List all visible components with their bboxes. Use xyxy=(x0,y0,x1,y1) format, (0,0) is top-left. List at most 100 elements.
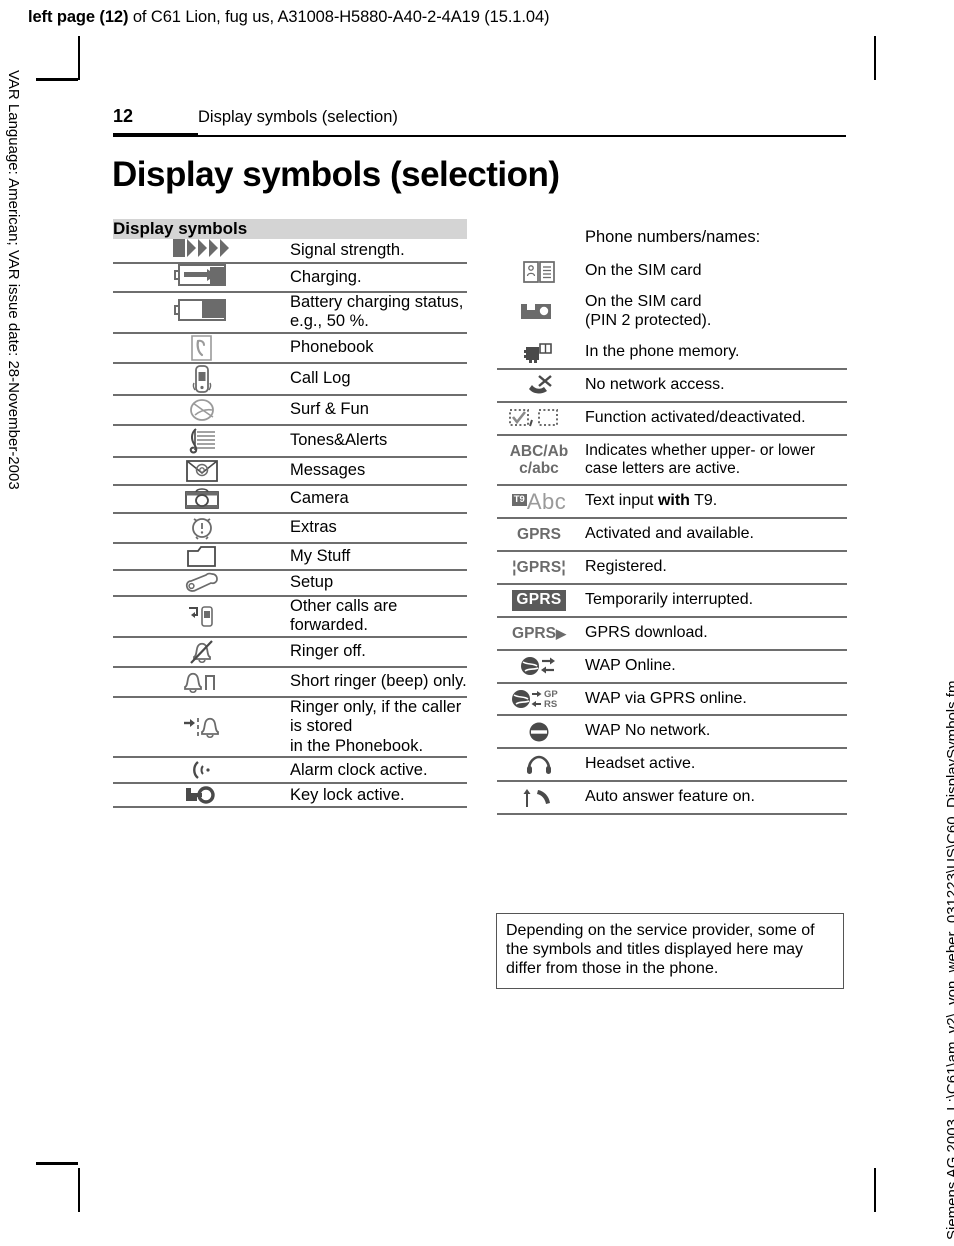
row-text: Charging. xyxy=(290,262,467,292)
document-page: left page (12) of C61 Lion, fug us, A310… xyxy=(0,0,954,1246)
gprs-label: GPRS xyxy=(516,558,562,576)
crop-mark-top-left-horizontal xyxy=(36,78,78,81)
row-text: In the phone memory. xyxy=(585,343,740,361)
table-row: Battery charging status, e.g., 50 %. xyxy=(113,291,467,333)
table-row: Headset active. xyxy=(497,747,847,782)
row-text-pre: Text input xyxy=(585,492,658,510)
sim-card-pin2-icon xyxy=(497,287,581,337)
call-forward-icon xyxy=(113,594,290,637)
table-row: ABC/Ab c/abc Indicates whether upper- or… xyxy=(497,433,847,486)
extras-alarm-icon xyxy=(113,511,290,543)
running-head: left page (12) of C61 Lion, fug us, A310… xyxy=(28,8,550,27)
row-text: GPRS download. xyxy=(581,615,847,650)
table-row: Other calls are forwarded. xyxy=(113,594,467,637)
case-indicator-line2: c/abc xyxy=(519,460,559,477)
table-row: GPRS Temporarily interrupted. xyxy=(497,582,847,617)
row-text: Phonebook xyxy=(290,331,467,363)
setup-wrench-icon xyxy=(113,568,290,596)
table-row: GPRS Activated and available. xyxy=(497,517,847,552)
table-row: Auto answer feature on. xyxy=(497,780,847,814)
left-symbol-table: Display symbols Signal strength. Chargin… xyxy=(113,219,467,809)
row-text: Camera xyxy=(290,483,467,513)
crop-mark-bottom-left-horizontal xyxy=(36,1162,78,1165)
row-text: Battery charging status, e.g., 50 %. xyxy=(290,291,467,333)
table-row: Camera xyxy=(113,483,467,513)
row-text: Text input with T9. xyxy=(581,484,847,519)
gprs-bracketed-icon: ¦GPRS¦ xyxy=(497,550,581,584)
wap-no-network-icon xyxy=(497,714,581,749)
row-text: Signal strength. xyxy=(290,240,405,259)
gprs-label: GPRS xyxy=(517,525,561,543)
row-text: Setup xyxy=(290,568,467,596)
table-row: Surf & Fun xyxy=(113,393,467,425)
wap-via-gprs-icon: GP RS xyxy=(497,681,581,716)
crop-mark-top-right-vertical xyxy=(874,36,876,80)
page-title: Display symbols (selection) xyxy=(112,155,560,194)
table-row: Ringer off. xyxy=(113,635,467,667)
table-row: WAP Online. xyxy=(497,648,847,683)
row-text: WAP via GPRS online. xyxy=(581,681,847,716)
call-log-icon xyxy=(113,361,290,395)
row-text: Ringer off. xyxy=(290,635,467,667)
sim-card-contacts-icon xyxy=(497,256,581,287)
auto-answer-icon xyxy=(497,780,581,814)
table-row: Function activated/deactivated. xyxy=(497,400,847,435)
row-text-bold: with xyxy=(657,492,690,510)
table-row: Signal strength. xyxy=(113,239,467,263)
row-text: Other calls are forwarded. xyxy=(290,594,467,637)
row-text: Headset active. xyxy=(581,747,847,782)
tones-and-alerts-icon xyxy=(113,423,290,457)
table-bottom-rule xyxy=(113,806,467,809)
row-text: On the SIM card (PIN 2 protected). xyxy=(585,293,712,330)
row-text: Messages xyxy=(290,455,467,485)
side-note-right: Siemens AG 2003, L:\C61\am_v2\_von_weber… xyxy=(944,680,954,1240)
table-row: GP RS WAP via GPRS online. xyxy=(497,681,847,716)
row-text: Extras xyxy=(290,511,467,543)
right-symbol-table: Phone numbers/names: On the SIM card On … xyxy=(497,219,847,816)
table-row: On the SIM card xyxy=(497,256,847,287)
table-row: Ringer only, if the caller is stored in … xyxy=(113,695,467,758)
play-arrow-icon: ▶ xyxy=(555,625,566,641)
crop-mark-bottom-left-vertical xyxy=(78,1168,80,1212)
my-stuff-folder-icon xyxy=(113,541,290,570)
surf-and-fun-icon xyxy=(113,393,290,425)
table-row: Phonebook xyxy=(113,331,467,363)
gprs-label: GPRS xyxy=(512,624,556,642)
table-row: In the phone memory. xyxy=(497,337,847,369)
running-head-rest: of C61 Lion, fug us, A31008-H5880-A40-2-… xyxy=(128,8,550,26)
camera-icon xyxy=(113,483,290,513)
messages-icon xyxy=(113,455,290,485)
t9-badge: T9 xyxy=(511,494,527,506)
row-text: Registered. xyxy=(581,550,847,584)
t9-abc-icon: T9Abc xyxy=(497,484,581,519)
row-text: Surf & Fun xyxy=(290,393,467,425)
row-text: Tones&Alerts xyxy=(290,423,467,457)
case-indicator-text: ABC/Ab c/abc xyxy=(497,433,581,486)
table-row: Tones&Alerts xyxy=(113,423,467,457)
row-text: Ringer only, if the caller is stored in … xyxy=(290,695,467,758)
row-text-post: T9. xyxy=(689,492,718,510)
header-rule-thin xyxy=(198,135,846,137)
row-text: Temporarily interrupted. xyxy=(581,582,847,617)
table-row: Alarm clock active. xyxy=(113,756,467,784)
table-bottom-rule xyxy=(497,813,847,816)
chapter-title: Display symbols (selection) xyxy=(198,108,398,126)
row-text: No network access. xyxy=(581,367,847,402)
table-row: My Stuff xyxy=(113,541,467,570)
alarm-clock-active-icon xyxy=(113,756,290,784)
table-row: T9Abc Text input with T9. xyxy=(497,484,847,519)
wap-online-icon xyxy=(497,648,581,683)
phonebook-icon xyxy=(113,331,290,363)
row-text: WAP No network. xyxy=(581,714,847,749)
table-row: GPRS▶ GPRS download. xyxy=(497,615,847,650)
row-text: Call Log xyxy=(290,361,467,395)
t9-abc-label: Abc xyxy=(526,488,567,514)
row-text: Auto answer feature on. xyxy=(581,780,847,814)
row-text: Alarm clock active. xyxy=(290,756,467,784)
table-header-row: Display symbols xyxy=(113,219,467,239)
ringer-off-icon xyxy=(113,635,290,667)
phone-memory-icon xyxy=(497,337,581,369)
row-text: Key lock active. xyxy=(290,782,467,807)
table-row: WAP No network. xyxy=(497,714,847,749)
svg-text:RS: RS xyxy=(544,699,557,710)
